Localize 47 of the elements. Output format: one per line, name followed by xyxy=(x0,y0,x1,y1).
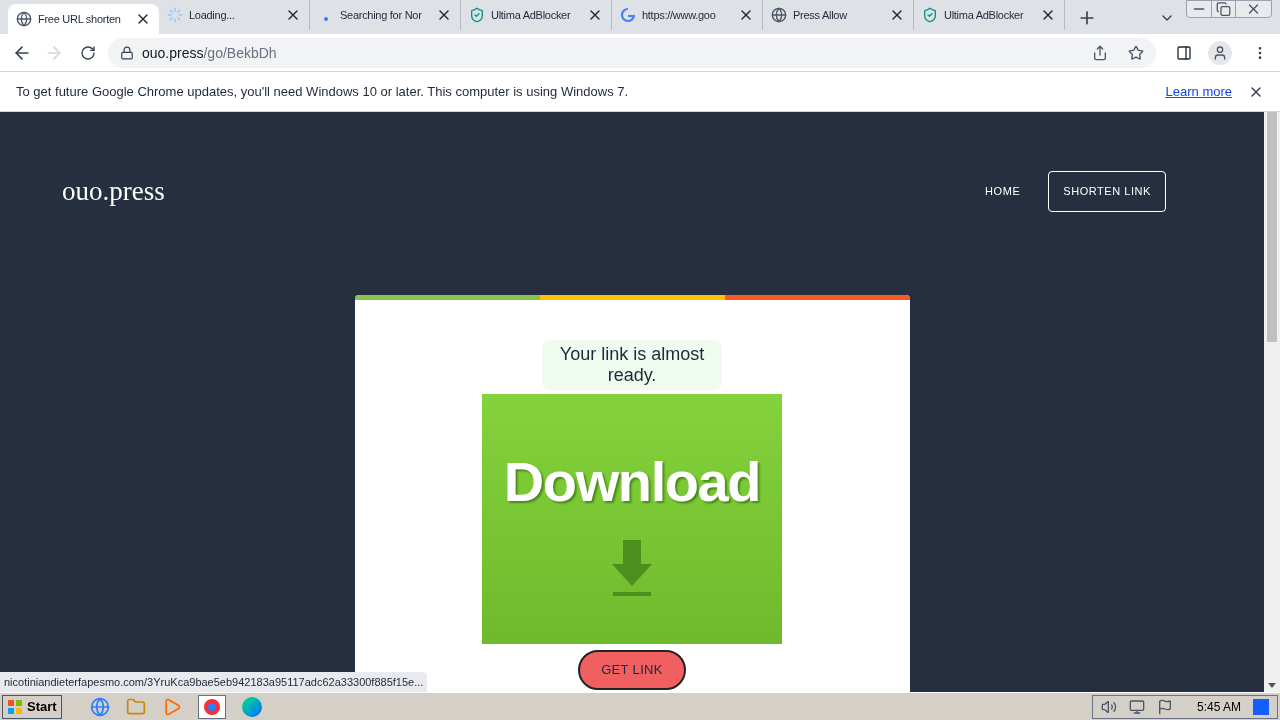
shield-icon xyxy=(469,7,485,23)
clock[interactable]: 5:45 AM xyxy=(1196,697,1241,716)
shield-icon xyxy=(922,7,938,23)
google-icon xyxy=(620,7,636,23)
flag-icon[interactable] xyxy=(1156,698,1173,715)
download-arrow-icon xyxy=(610,539,654,598)
tab-title: Ultima AdBlocker xyxy=(944,9,1024,21)
volume-icon[interactable] xyxy=(1100,698,1117,715)
scrollbar-thumb[interactable] xyxy=(1267,112,1277,342)
reload-icon[interactable] xyxy=(80,44,96,61)
windows-logo-icon xyxy=(7,698,23,715)
headline-badge: Your link is almost ready. xyxy=(542,339,722,390)
browser-tab[interactable]: Loading... xyxy=(159,0,310,30)
infobar-message: To get future Google Chrome updates, you'll need Windows 10 or later. This computer is using Windows 7. xyxy=(16,82,630,101)
site-logo[interactable]: ouo.press xyxy=(62,171,165,212)
browser-tab[interactable]: https://www.goo xyxy=(612,0,763,30)
share-icon[interactable] xyxy=(1092,44,1108,61)
browser-tab[interactable]: Press Allow xyxy=(763,0,914,30)
nav-link[interactable]: SHORTEN LINK xyxy=(1048,171,1166,212)
get-link-button[interactable]: GET LINK xyxy=(578,649,686,690)
address-bar[interactable]: ouo.press/go/BekbDh xyxy=(108,37,1156,68)
start-button[interactable]: Start xyxy=(2,694,62,719)
network-icon[interactable] xyxy=(1128,698,1145,715)
banner-title: Download xyxy=(503,448,761,515)
browser-tab[interactable]: Ultima AdBlocker xyxy=(461,0,612,30)
tab-title: Searching for Nor xyxy=(340,9,422,21)
spinner-icon xyxy=(167,7,183,23)
learn-more-link[interactable]: Learn more xyxy=(1165,81,1232,102)
globe-icon xyxy=(16,11,32,27)
browser-tab[interactable]: Ultima AdBlocker xyxy=(914,0,1065,30)
tab-title: https://www.goo xyxy=(642,9,716,21)
globe-icon xyxy=(771,7,787,23)
browser-tab[interactable]: Free URL shorten xyxy=(8,4,159,34)
profile-icon[interactable] xyxy=(1208,40,1232,65)
url-text: ouo.press/go/BekbDh xyxy=(142,43,278,63)
bookmark-star-icon[interactable] xyxy=(1128,44,1144,61)
nav-link[interactable]: HOME xyxy=(981,183,1025,200)
tab-title: Loading... xyxy=(189,9,235,21)
lock-icon xyxy=(120,45,134,60)
status-url: nicotiniandieterfapesmo.com/3YruKca9bae5eb942183a95117adc62a33300f885f15e... xyxy=(0,671,428,692)
side-panel-icon[interactable] xyxy=(1176,44,1192,61)
tab-title: Free URL shorten xyxy=(38,13,121,25)
scroll-down-icon[interactable] xyxy=(1268,683,1276,688)
tab-title: Ultima AdBlocker xyxy=(491,9,571,21)
show-desktop-icon[interactable] xyxy=(1253,698,1269,715)
tab-title: Press Allow xyxy=(793,9,847,21)
browser-tab[interactable]: Searching for Nor xyxy=(310,0,461,30)
